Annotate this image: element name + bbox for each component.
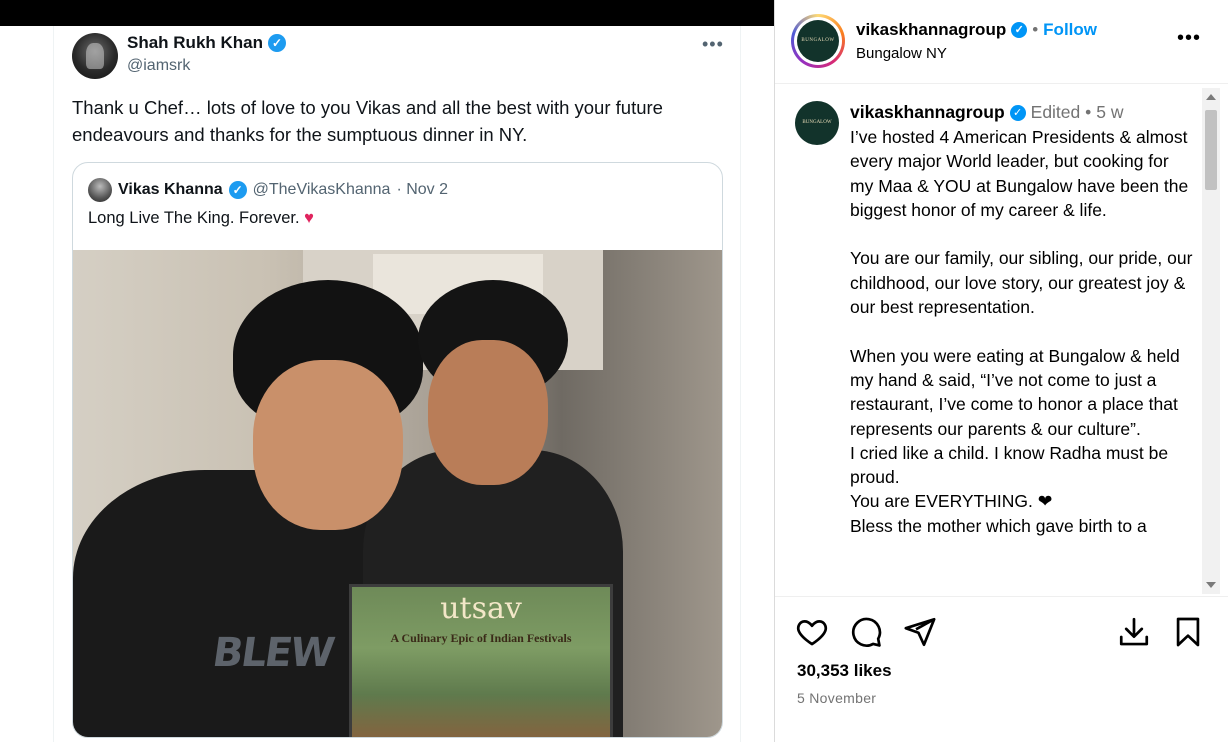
post-actions: 30,353 likes 5 November <box>775 596 1228 742</box>
heart-icon: ♥ <box>304 209 314 227</box>
post-details-panel: BUNGALOW vikaskhannagroup ✓ • Follow Bun… <box>774 0 1228 742</box>
separator-dot: • <box>1032 20 1039 39</box>
quoted-tweet-text: Long Live The King. Forever. ♥ <box>88 209 314 228</box>
photo-book-cover: utsav A Culinary Epic of Indian Festival… <box>349 584 613 737</box>
header-user: vikaskhannagroup ✓ • Follow <box>856 20 1097 40</box>
tweet-screenshot: Shah Rukh Khan ✓ @iamsrk ••• Thank u Che… <box>53 26 741 742</box>
photo-person-right-face <box>428 340 548 485</box>
caption-avatar[interactable]: BUNGALOW <box>795 101 839 145</box>
share-send-icon[interactable] <box>903 615 937 649</box>
post-header: BUNGALOW vikaskhannagroup ✓ • Follow Bun… <box>775 0 1228 84</box>
caption-user-line: vikaskhannagroup ✓ Edited • 5 w <box>850 102 1123 123</box>
tweet-author-avatar <box>72 33 118 79</box>
location-link[interactable]: Bungalow NY <box>856 45 947 62</box>
book-title: utsav <box>440 591 522 626</box>
scrollbar-thumb[interactable] <box>1205 110 1217 190</box>
quoted-author-name: Vikas Khanna <box>118 181 223 198</box>
tweet-author-handle: @iamsrk <box>127 57 191 74</box>
quoted-tweet: Vikas Khanna ✓ @TheVikasKhanna · Nov 2 L… <box>72 162 723 738</box>
caption-username[interactable]: vikaskhannagroup <box>850 102 1005 123</box>
more-options-icon[interactable]: ••• <box>1177 27 1201 50</box>
follow-button[interactable]: Follow <box>1043 20 1097 40</box>
like-heart-icon[interactable] <box>795 615 829 649</box>
verified-badge-icon: ✓ <box>228 181 247 199</box>
header-username[interactable]: vikaskhannagroup <box>856 20 1006 40</box>
caption-scrollbar[interactable] <box>1202 88 1220 594</box>
verified-badge-icon: ✓ <box>1011 22 1028 38</box>
post-age[interactable]: 5 w <box>1096 102 1123 123</box>
screen: Shah Rukh Khan ✓ @iamsrk ••• Thank u Che… <box>0 0 1228 742</box>
book-subtitle: A Culinary Epic of Indian Festivals <box>390 631 572 645</box>
post-date: 5 November <box>797 690 877 706</box>
quoted-tweet-date: · Nov 2 <box>396 181 449 198</box>
tweet-author: Shah Rukh Khan ✓ <box>127 33 287 53</box>
scroll-down-arrow-icon[interactable] <box>1206 582 1216 588</box>
avatar-frame: BUNGALOW <box>794 17 842 65</box>
tweet-author-name: Shah Rukh Khan <box>127 33 264 52</box>
caption-text: I’ve hosted 4 American Presidents & almo… <box>850 127 1193 536</box>
verified-badge-icon: ✓ <box>1009 104 1026 121</box>
download-icon[interactable] <box>1117 615 1151 649</box>
bookmark-icon[interactable] <box>1171 615 1205 649</box>
avatar[interactable]: BUNGALOW <box>797 20 839 62</box>
quoted-author-handle: @TheVikasKhanna <box>252 181 391 198</box>
media-top-bar <box>0 0 774 26</box>
comment-icon[interactable] <box>849 615 883 649</box>
photo-person-left-face <box>253 360 403 530</box>
caption-area: BUNGALOW vikaskhannagroup ✓ Edited • 5 w… <box>775 85 1228 595</box>
likes-count[interactable]: 30,353 likes <box>797 661 892 681</box>
quoted-tweet-header: Vikas Khanna ✓ @TheVikasKhanna · Nov 2 <box>88 178 448 202</box>
post-media: Shah Rukh Khan ✓ @iamsrk ••• Thank u Che… <box>0 0 774 742</box>
scroll-up-arrow-icon[interactable] <box>1206 94 1216 100</box>
more-options-icon: ••• <box>702 34 724 54</box>
shirt-print: BLEW <box>209 630 336 676</box>
story-ring[interactable]: BUNGALOW <box>791 14 845 68</box>
quoted-tweet-photo: BLEW utsav A Culinary Epic of Indian Fes… <box>73 250 722 737</box>
quoted-tweet-text-content: Long Live The King. Forever. <box>88 209 300 227</box>
verified-badge-icon: ✓ <box>268 34 287 52</box>
tweet-text: Thank u Chef… lots of love to you Vikas … <box>72 97 663 145</box>
quoted-author-avatar <box>88 178 112 202</box>
edited-label: Edited • <box>1030 102 1092 122</box>
